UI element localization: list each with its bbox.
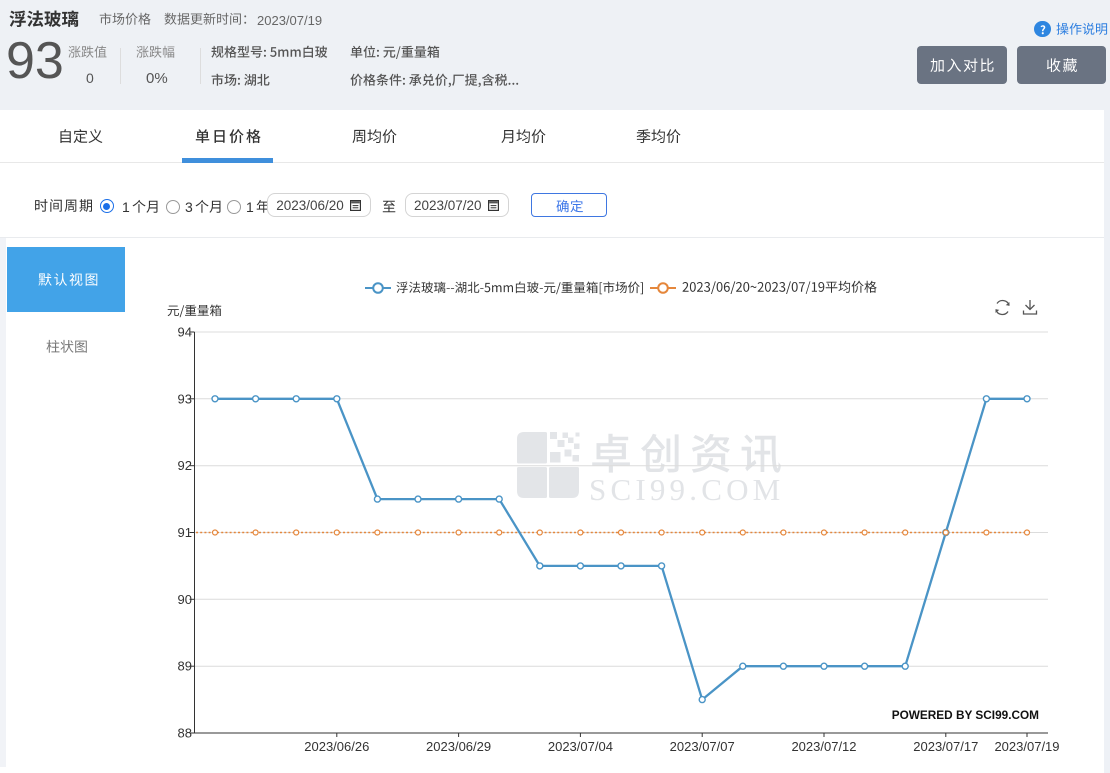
svg-text:2023/07/12: 2023/07/12 <box>791 739 856 754</box>
svg-text:2023/06/29: 2023/06/29 <box>426 739 491 754</box>
svg-text:2023/07/19: 2023/07/19 <box>994 739 1059 754</box>
svg-text:91: 91 <box>178 525 192 540</box>
svg-text:88: 88 <box>178 726 192 741</box>
svg-text:93: 93 <box>178 391 192 406</box>
svg-text:POWERED BY SCI99.COM: POWERED BY SCI99.COM <box>892 708 1039 722</box>
svg-text:2023/06/26: 2023/06/26 <box>304 739 369 754</box>
svg-text:2023/07/17: 2023/07/17 <box>913 739 978 754</box>
svg-text:2023/07/07: 2023/07/07 <box>670 739 735 754</box>
svg-text:92: 92 <box>178 458 192 473</box>
svg-text:89: 89 <box>178 659 192 674</box>
svg-text:94: 94 <box>178 325 192 340</box>
svg-text:2023/07/04: 2023/07/04 <box>548 739 613 754</box>
svg-text:90: 90 <box>178 592 192 607</box>
